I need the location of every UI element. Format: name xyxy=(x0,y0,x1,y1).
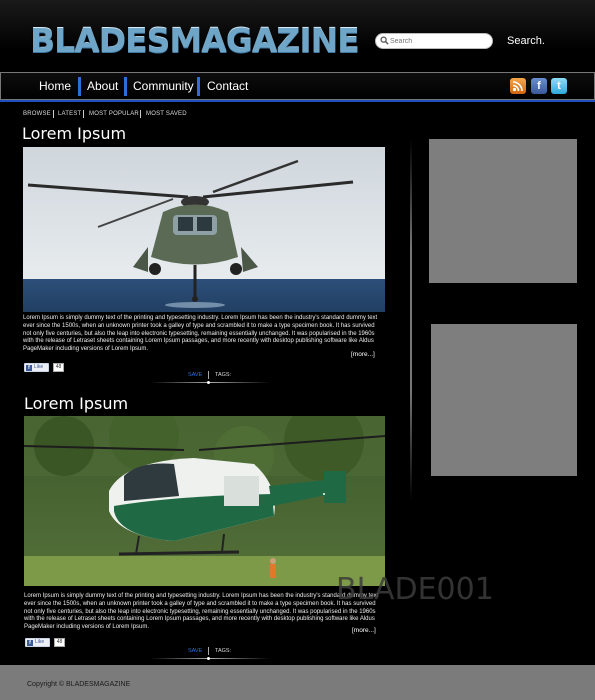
site-logo[interactable]: BLADESMAGAZINE xyxy=(30,20,360,59)
copyright-text: Copyright © BLADESMAGAZINE xyxy=(27,681,131,688)
tags-label: TAGS: xyxy=(215,372,232,378)
search-field[interactable] xyxy=(375,33,493,49)
post-body: Lorem Ipsum is simply dummy text of the … xyxy=(24,593,379,631)
search-button[interactable]: Search. xyxy=(507,35,545,47)
subnav-most-saved[interactable]: MOST SAVED xyxy=(146,111,187,117)
ad-placeholder-bottom[interactable] xyxy=(431,324,577,476)
like-count: 48 xyxy=(54,638,65,647)
subnav-most-popular[interactable]: MOST POPULAR xyxy=(89,111,139,117)
post-body: Lorem Ipsum is simply dummy text of the … xyxy=(23,315,378,353)
nav-item-about[interactable]: About xyxy=(87,79,118,93)
post-title[interactable]: Lorem Ipsum xyxy=(22,124,126,143)
like-label: Like xyxy=(35,639,45,645)
helicopter-photo xyxy=(23,147,385,312)
nav-separator xyxy=(124,77,127,96)
like-count: 48 xyxy=(53,363,64,372)
ad-placeholder-top[interactable] xyxy=(429,139,577,283)
search-icon xyxy=(380,36,389,45)
facebook-icon: f xyxy=(27,640,33,646)
save-link[interactable]: SAVE xyxy=(188,372,202,378)
rss-icon[interactable] xyxy=(510,78,526,94)
post-image-medical-helicopter[interactable] xyxy=(24,416,385,586)
post-divider xyxy=(150,658,270,659)
subnav-separator xyxy=(140,110,141,118)
search-input[interactable] xyxy=(390,35,488,47)
main-nav: Home About Community Contact f t xyxy=(0,72,595,100)
action-separator xyxy=(208,371,209,379)
twitter-icon[interactable]: t xyxy=(551,78,567,94)
nav-separator xyxy=(197,77,200,96)
helicopter-photo xyxy=(24,416,385,586)
like-label: Like xyxy=(34,364,44,370)
divider-dot xyxy=(207,657,210,660)
facebook-like-button[interactable]: f Like xyxy=(24,363,49,372)
site-header: BLADESMAGAZINE Search. xyxy=(0,0,595,72)
post-title[interactable]: Lorem Ipsum xyxy=(24,394,128,413)
facebook-icon[interactable]: f xyxy=(531,78,547,94)
nav-item-contact[interactable]: Contact xyxy=(207,79,248,93)
save-link[interactable]: SAVE xyxy=(188,648,202,654)
nav-item-community[interactable]: Community xyxy=(133,79,194,93)
nav-item-home[interactable]: Home xyxy=(39,79,71,93)
facebook-like-button[interactable]: f Like xyxy=(25,638,50,647)
nav-separator xyxy=(78,77,81,96)
column-divider xyxy=(410,140,412,500)
subnav-separator xyxy=(53,110,54,118)
subnav-separator xyxy=(83,110,84,118)
action-separator xyxy=(208,647,209,655)
more-link[interactable]: [more...] xyxy=(352,627,376,634)
nav-underline xyxy=(0,100,595,102)
divider-dot xyxy=(207,381,210,384)
post-image-navy-helicopter[interactable] xyxy=(23,147,385,312)
post-divider xyxy=(150,382,270,383)
facebook-icon: f xyxy=(26,365,32,371)
more-link[interactable]: [more...] xyxy=(351,351,375,358)
subnav-browse[interactable]: BROWSE xyxy=(23,111,51,117)
subnav-latest[interactable]: LATEST xyxy=(58,111,81,117)
tags-label: TAGS: xyxy=(215,648,232,654)
watermark-text: BLADE001 xyxy=(336,572,494,607)
